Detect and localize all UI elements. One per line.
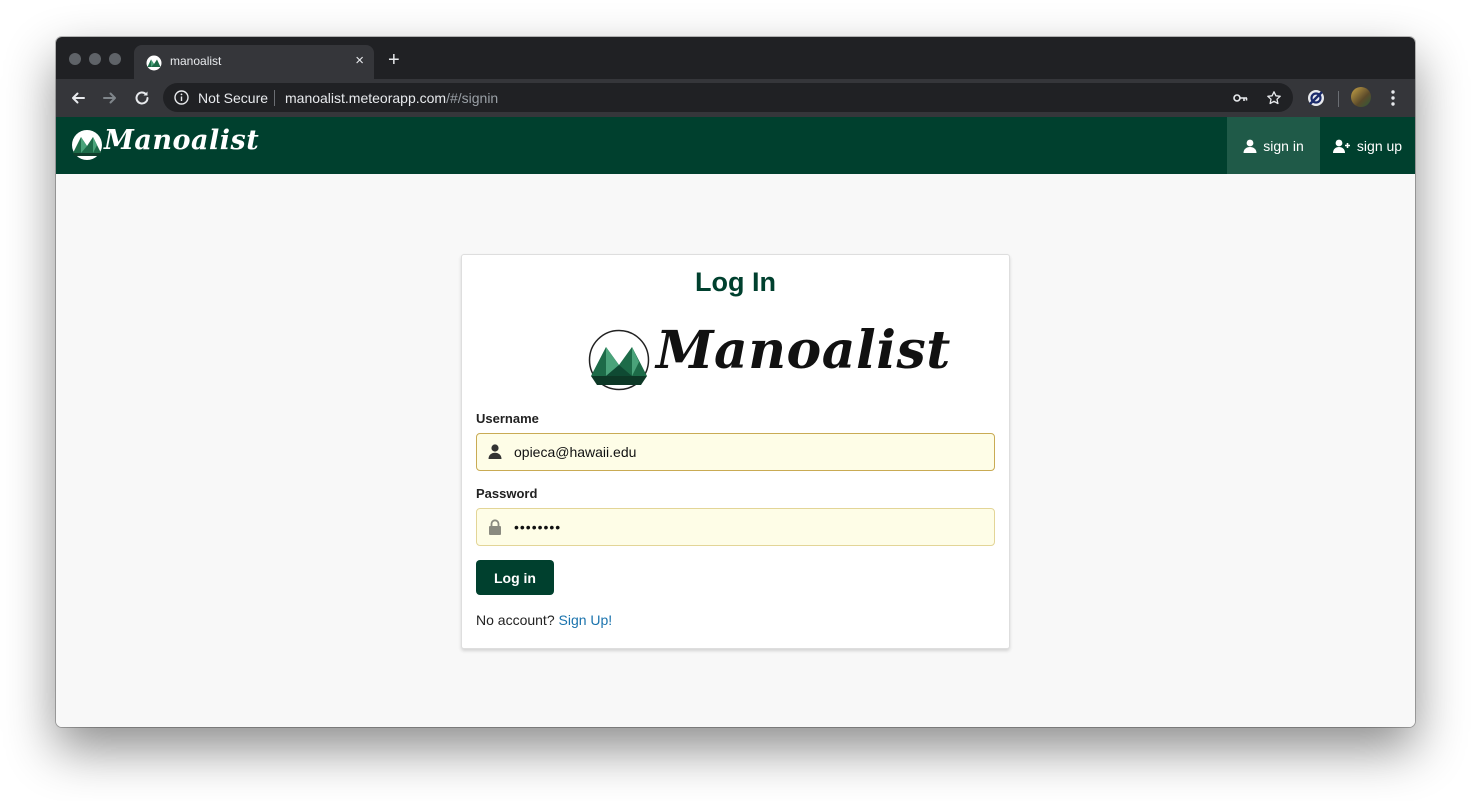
close-tab-icon[interactable]: ×: [355, 52, 364, 70]
user-icon: [488, 444, 502, 459]
key-icon[interactable]: [1232, 90, 1248, 106]
no-account-text: No account?: [476, 612, 559, 628]
nav-sign-up[interactable]: sign up: [1320, 117, 1415, 174]
username-input[interactable]: [514, 434, 984, 470]
more-vert-icon[interactable]: [1386, 89, 1400, 107]
page-content: Manoalist sign in sign up Log In Manoali…: [56, 117, 1415, 727]
extension-icon[interactable]: [1307, 89, 1325, 107]
nav-sign-up-label: sign up: [1356, 137, 1403, 154]
new-tab-button[interactable]: +: [388, 50, 400, 70]
omnibox-divider: [274, 90, 275, 106]
star-icon[interactable]: [1266, 90, 1282, 106]
brand-name: Manoalist: [104, 125, 260, 156]
site-navbar: Manoalist sign in sign up: [56, 117, 1415, 174]
logo-wordmark: Manoalist: [656, 320, 951, 381]
close-window-button[interactable]: [69, 53, 81, 65]
manoalist-logo-icon: [72, 130, 102, 160]
login-card: Log In Manoalist Username opieca@hawaii.…: [461, 254, 1010, 649]
tab-title: manoalist: [170, 54, 222, 68]
user-icon: [1243, 139, 1257, 153]
page-title: Log In: [695, 267, 776, 297]
security-status[interactable]: Not Secure: [198, 90, 268, 106]
mountain-logo-icon: [588, 329, 650, 391]
brand-logo[interactable]: Manoalist: [71, 125, 259, 166]
lock-icon: [489, 519, 501, 535]
toolbar-divider: [1338, 91, 1339, 107]
minimize-window-button[interactable]: [89, 53, 101, 65]
url-host: manoalist.meteorapp.com: [285, 90, 447, 106]
password-label: Password: [476, 486, 538, 501]
tab-strip: manoalist × +: [56, 37, 1415, 79]
maximize-window-button[interactable]: [109, 53, 121, 65]
reload-icon[interactable]: [132, 88, 152, 108]
browser-window: manoalist × + Not Secure manoalist.meteo…: [56, 37, 1415, 727]
nav-sign-in[interactable]: sign in: [1227, 117, 1320, 174]
manoalist-logo: Manoalist: [588, 320, 950, 396]
password-field[interactable]: [476, 508, 995, 546]
username-label: Username: [476, 411, 539, 426]
profile-avatar[interactable]: [1351, 87, 1371, 107]
signup-link[interactable]: Sign Up!: [559, 612, 613, 628]
add-user-icon: [1332, 139, 1350, 153]
forward-arrow-icon[interactable]: [100, 88, 120, 108]
password-input[interactable]: [514, 509, 984, 545]
manoalist-favicon-icon: [146, 55, 162, 71]
back-arrow-icon[interactable]: [68, 88, 88, 108]
browser-tab[interactable]: manoalist ×: [134, 45, 374, 79]
address-bar[interactable]: Not Secure manoalist.meteorapp.com/#/sig…: [163, 83, 1293, 112]
login-button[interactable]: Log in: [476, 560, 554, 595]
url-text[interactable]: manoalist.meteorapp.com/#/signin: [285, 90, 498, 106]
info-icon[interactable]: [174, 90, 189, 105]
nav-sign-in-label: sign in: [1263, 137, 1304, 154]
url-path: /#/signin: [446, 90, 499, 106]
signup-prompt: No account? Sign Up!: [476, 612, 612, 628]
username-field[interactable]: [476, 433, 995, 471]
browser-toolbar: Not Secure manoalist.meteorapp.com/#/sig…: [56, 79, 1415, 117]
